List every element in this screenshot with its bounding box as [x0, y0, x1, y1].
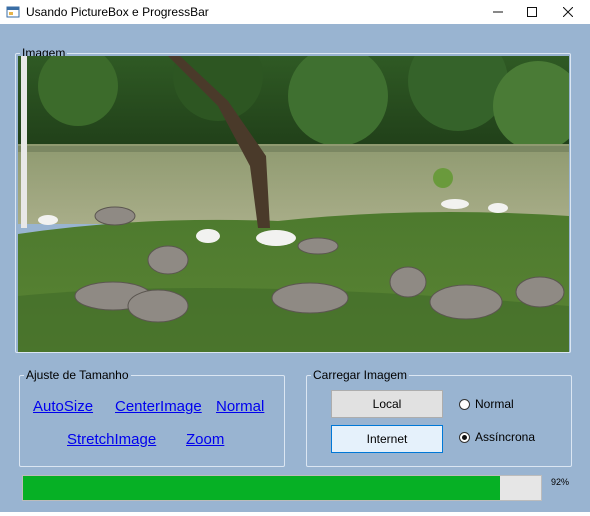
progress-fill	[23, 476, 500, 500]
radio-checked-icon	[459, 431, 470, 443]
radio-normal-label: Normal	[475, 397, 514, 411]
local-button[interactable]: Local	[331, 390, 443, 418]
zoom-link[interactable]: Zoom	[186, 431, 224, 448]
close-icon	[563, 7, 573, 17]
normal-link[interactable]: Normal	[216, 398, 264, 415]
internet-button[interactable]: Internet	[331, 425, 443, 453]
centerimage-link[interactable]: CenterImage	[115, 398, 202, 415]
size-adjust-groupbox: Ajuste de Tamanho	[19, 369, 285, 467]
local-button-label: Local	[372, 397, 402, 411]
radio-unchecked-icon	[459, 398, 470, 410]
minimize-icon	[493, 11, 503, 13]
background-window-strip	[0, 512, 590, 516]
radio-assincrona-label: Assíncrona	[475, 430, 536, 444]
app-form-icon	[6, 5, 20, 19]
autosize-link[interactable]: AutoSize	[33, 398, 93, 415]
title-bar: Usando PictureBox e ProgressBar	[0, 0, 590, 24]
size-adjust-group-label: Ajuste de Tamanho	[26, 368, 129, 382]
window-title: Usando PictureBox e ProgressBar	[26, 5, 209, 19]
radio-assincrona[interactable]: Assíncrona	[459, 430, 535, 444]
radio-normal[interactable]: Normal	[459, 397, 514, 411]
stretchimage-link[interactable]: StretchImage	[67, 431, 156, 448]
internet-button-label: Internet	[366, 432, 408, 446]
geese-by-lake-photo	[18, 56, 569, 352]
progress-bar	[22, 475, 542, 501]
load-image-group-label: Carregar Imagem	[313, 368, 408, 382]
close-button[interactable]	[546, 0, 590, 24]
progress-percent-label: 92%	[551, 477, 570, 487]
picture-box	[18, 56, 569, 352]
maximize-icon	[527, 7, 537, 17]
